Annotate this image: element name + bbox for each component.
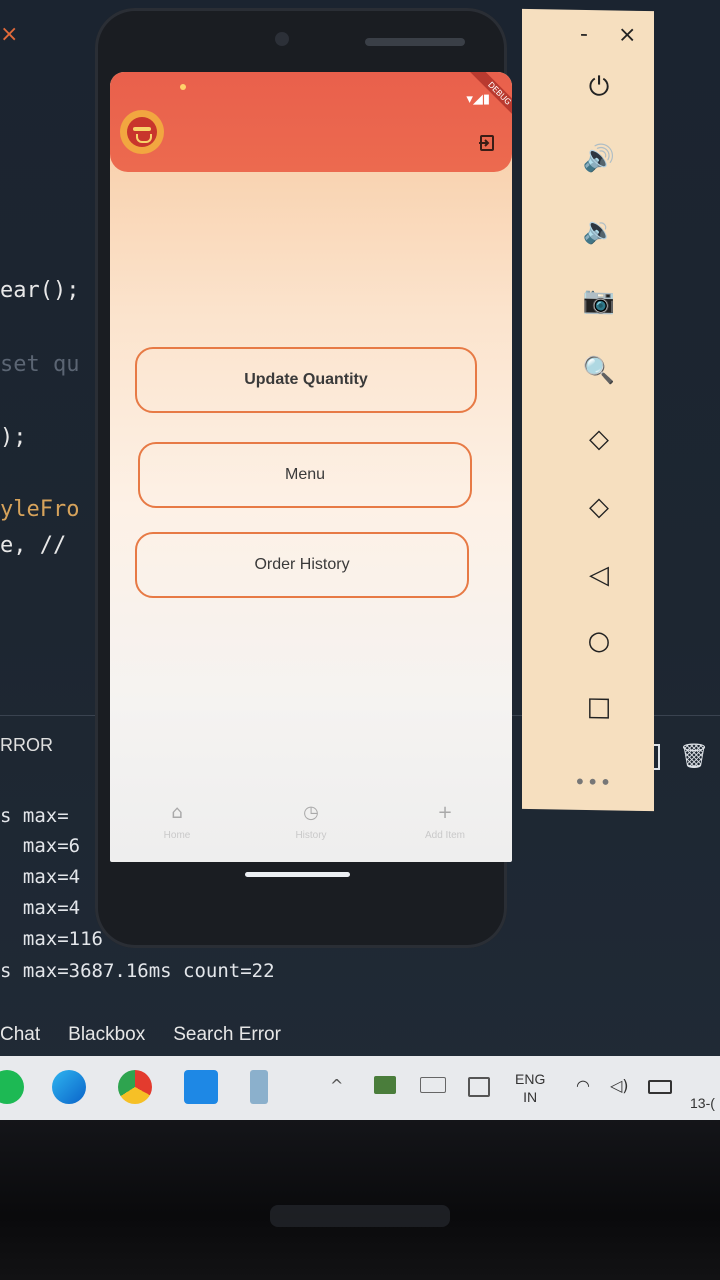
close-button[interactable]: ×	[618, 23, 636, 48]
nvidia-icon[interactable]	[374, 1076, 396, 1094]
history-icon: ◷	[303, 802, 319, 823]
perf-line: max=6	[0, 835, 81, 857]
trash-icon[interactable]: 🗑	[679, 742, 709, 770]
status-icons: ▾◢▮	[466, 92, 490, 107]
nav-add-item[interactable]: + Add Item	[395, 792, 495, 841]
nav-home[interactable]: ⌂ Home	[127, 792, 227, 841]
logout-icon[interactable]	[478, 134, 496, 152]
nav-history[interactable]: ◷ History	[261, 792, 361, 841]
code-line: ear();	[0, 278, 80, 303]
bottom-navigation: ⌂ Home ◷ History + Add Item	[110, 792, 512, 862]
monitor-bezel	[0, 1120, 720, 1280]
nav-label: History	[295, 830, 327, 841]
back-icon[interactable]: ◁	[582, 558, 616, 593]
minimize-button[interactable]: -	[580, 22, 588, 47]
edge-icon[interactable]	[52, 1070, 86, 1104]
order-history-button[interactable]: Order History	[135, 532, 469, 598]
app-icon[interactable]	[250, 1070, 268, 1104]
app-logo	[120, 110, 164, 154]
window-icon[interactable]	[468, 1077, 490, 1097]
keyboard-icon[interactable]	[420, 1077, 446, 1093]
phone-camera	[275, 32, 289, 46]
status-notification-icon	[180, 84, 186, 90]
volume-icon[interactable]: ◁)	[610, 1076, 629, 1095]
tab-chat[interactable]: Chat	[0, 1024, 40, 1050]
gesture-bar[interactable]	[245, 872, 350, 877]
monitor-screen: × ear(); set qu ); yleFro e, // RROR s m…	[0, 0, 720, 1120]
battery-icon[interactable]	[648, 1080, 672, 1094]
home-icon: ⌂	[171, 802, 183, 823]
overview-icon[interactable]: □	[582, 690, 616, 725]
camera-icon[interactable]: 📷	[582, 284, 616, 319]
code-line: yleFro	[0, 497, 80, 522]
clock-date[interactable]: 13-(	[690, 1095, 715, 1111]
volume-down-icon[interactable]: 🔉	[582, 214, 616, 249]
error-panel-title[interactable]: RROR	[0, 735, 53, 756]
close-icon[interactable]: ×	[0, 22, 18, 47]
code-line: set qu	[0, 352, 80, 377]
home-circle-icon[interactable]: ○	[582, 624, 616, 659]
vscode-icon[interactable]	[184, 1070, 218, 1104]
perf-line: max=116	[0, 928, 103, 950]
perf-line: s max=3687.16ms count=22	[0, 960, 275, 982]
tab-blackbox[interactable]: Blackbox	[68, 1024, 145, 1050]
tab-search-error[interactable]: Search Error	[173, 1024, 281, 1050]
bottom-panel-tabs: Chat Blackbox Search Error	[0, 1024, 281, 1050]
nav-label: Home	[163, 830, 191, 841]
bezel-glare	[270, 1205, 450, 1227]
perf-line: max=4	[0, 897, 81, 919]
app-screen: ▾◢▮ DEBUG Update Quantity Menu Order His…	[110, 72, 512, 862]
language-indicator[interactable]: ENG IN	[515, 1070, 545, 1106]
perf-line: max=4	[0, 866, 81, 888]
chrome-icon[interactable]	[118, 1070, 152, 1104]
nav-label: Add Item	[424, 830, 466, 841]
chevron-up-icon[interactable]: ^	[330, 1076, 343, 1095]
emulator-toolbar: - × ⏻ 🔊 🔉 📷 🔍 ◇ ◇ ◁ ○ □ •••	[522, 8, 654, 812]
more-options-icon[interactable]: •••	[574, 770, 612, 795]
perf-line: s max=	[0, 805, 69, 827]
zoom-icon[interactable]: 🔍	[582, 354, 616, 389]
add-icon: +	[437, 802, 453, 823]
update-quantity-button[interactable]: Update Quantity	[135, 347, 477, 413]
phone-speaker	[365, 38, 465, 46]
app-bar: ▾◢▮ DEBUG	[110, 72, 512, 172]
rotate-right-icon[interactable]: ◇	[582, 490, 616, 525]
code-line: );	[0, 425, 27, 450]
code-line: e, //	[0, 533, 67, 558]
menu-button[interactable]: Menu	[138, 442, 472, 508]
wifi-icon[interactable]: ◠	[576, 1076, 590, 1095]
power-icon[interactable]: ⏻	[582, 70, 616, 105]
volume-up-icon[interactable]: 🔊	[582, 142, 616, 177]
rotate-left-icon[interactable]: ◇	[582, 422, 616, 457]
